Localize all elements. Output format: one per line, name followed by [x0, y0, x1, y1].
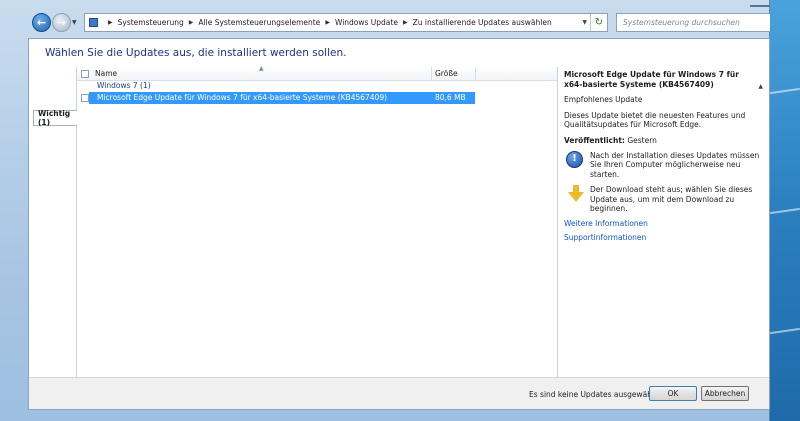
address-dropdown-icon[interactable]: ▼ [582, 19, 587, 26]
restart-note-text: Nach der Installation dieses Updates müs… [590, 150, 760, 179]
download-icon [568, 185, 584, 202]
breadcrumb-separator-icon[interactable]: ▶ [189, 19, 194, 26]
address-bar[interactable]: ▶ Systemsteuerung ▶ Alle Systemsteuerung… [84, 13, 608, 32]
breadcrumb-separator-icon[interactable]: ▶ [108, 19, 113, 26]
table-row[interactable]: Microsoft Edge Update für Windows 7 für … [77, 92, 477, 104]
update-list: ▲ Name Größe Windows 7 (1) Microsoft Edg… [77, 65, 557, 377]
column-divider[interactable] [475, 67, 476, 81]
column-header-size[interactable]: Größe [435, 69, 458, 78]
more-info-link[interactable]: Weitere Informationen [564, 219, 763, 228]
back-button[interactable]: ← [32, 13, 51, 32]
download-note: Der Download steht aus; wählen Sie diese… [564, 185, 763, 214]
search-placeholder: Systemsteuerung durchsuchen [623, 18, 740, 27]
cancel-button[interactable]: Abbrechen [701, 386, 749, 401]
update-size: 80,6 MB [435, 93, 466, 102]
breadcrumb-separator-icon[interactable]: ▶ [325, 19, 330, 26]
navigation-bar: ← → ▼ ▶ Systemsteuerung ▶ Alle Systemste… [28, 10, 792, 34]
restart-note: ! Nach der Installation dieses Updates m… [564, 150, 763, 180]
desktop-streak [770, 87, 800, 95]
history-dropdown-icon[interactable]: ▼ [72, 19, 77, 26]
window-frame: ← → ▼ ▶ Systemsteuerung ▶ Alle Systemste… [0, 0, 792, 421]
released-label: Veröffentlicht: [564, 135, 625, 145]
scroll-up-icon[interactable]: ▲ [758, 83, 763, 90]
selection-status: Es sind keine Updates ausgewählt. [529, 390, 660, 399]
column-header-name[interactable]: Name [95, 69, 117, 78]
list-column-header: ▲ Name Größe [77, 65, 557, 81]
sort-arrow-icon: ▲ [259, 65, 264, 72]
released-value: Gestern [627, 135, 657, 145]
column-divider[interactable] [431, 67, 432, 81]
group-label[interactable]: Windows 7 (1) [97, 81, 151, 90]
breadcrumb-item[interactable]: Alle Systemsteuerungselemente [198, 18, 320, 27]
category-tab-important[interactable]: Wichtig (1) [33, 109, 77, 127]
restart-icon: ! [566, 150, 583, 168]
refresh-icon[interactable]: ↻ [590, 14, 607, 31]
select-all-checkbox[interactable] [81, 70, 89, 78]
control-panel-icon [89, 18, 98, 27]
download-note-text: Der Download steht aus; wählen Sie diese… [590, 185, 753, 213]
details-pane: Microsoft Edge Update für Windows 7 für … [557, 67, 769, 377]
breadcrumb-separator-icon[interactable]: ▶ [403, 19, 408, 26]
forward-button[interactable]: → [52, 13, 71, 32]
support-info-link[interactable]: Supportinformationen [564, 233, 763, 242]
page-title: Wählen Sie die Updates aus, die installi… [45, 47, 347, 59]
update-name: Microsoft Edge Update für Windows 7 für … [97, 93, 388, 102]
desktop-background [770, 0, 800, 421]
category-column: Wichtig (1) [29, 67, 77, 377]
search-input[interactable]: Systemsteuerung durchsuchen [616, 13, 792, 32]
breadcrumb-item[interactable]: Zu installierende Updates auswählen [413, 18, 552, 27]
desktop-streak [770, 327, 800, 335]
minimize-icon[interactable] [750, 0, 770, 7]
details-type: Empfohlenes Update [564, 95, 643, 104]
details-description: Dieses Update bietet die neuesten Featur… [564, 110, 746, 130]
footer-bar: Es sind keine Updates ausgewählt. OK Abb… [29, 377, 769, 409]
update-checkbox[interactable] [81, 94, 89, 102]
client-area: Wählen Sie die Updates aus, die installi… [28, 38, 770, 410]
breadcrumb-item[interactable]: Windows Update [335, 18, 398, 27]
details-title: Microsoft Edge Update für Windows 7 für … [564, 70, 739, 89]
ok-button[interactable]: OK [649, 386, 697, 401]
desktop-streak [770, 207, 800, 215]
breadcrumb-item[interactable]: Systemsteuerung [118, 18, 184, 27]
details-released: Veröffentlicht: Gestern [564, 136, 763, 145]
